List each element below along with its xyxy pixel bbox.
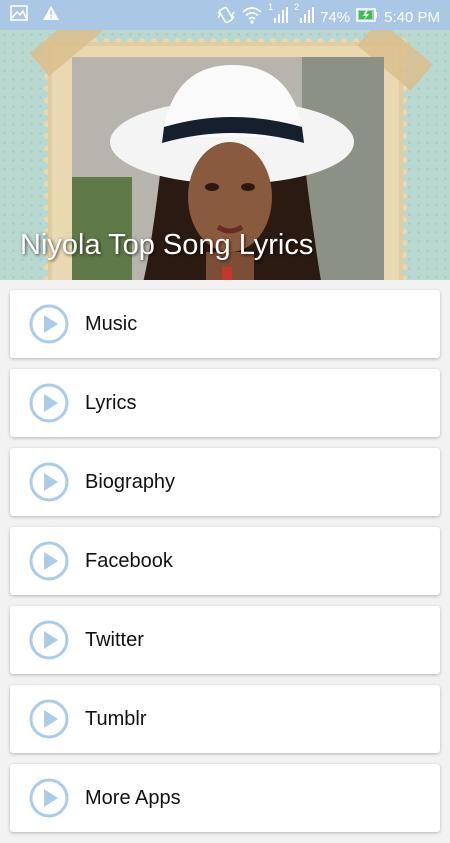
play-icon (29, 541, 69, 581)
menu-item-label: Music (85, 312, 138, 335)
menu-item-label: Lyrics (85, 391, 137, 414)
menu-item-tumblr[interactable]: Tumblr (10, 685, 440, 753)
play-icon (29, 304, 69, 344)
image-icon (10, 5, 28, 25)
signal-1-icon: 1 (268, 2, 289, 28)
signal-2-icon: 2 (294, 2, 315, 28)
menu-item-facebook[interactable]: Facebook (10, 527, 440, 595)
play-icon (29, 462, 69, 502)
menu-item-more-apps[interactable]: More Apps (10, 764, 440, 832)
menu-item-label: Tumblr (85, 707, 147, 730)
menu-item-lyrics[interactable]: Lyrics (10, 369, 440, 437)
play-icon (29, 699, 69, 739)
play-icon (29, 778, 69, 818)
menu-item-biography[interactable]: Biography (10, 448, 440, 516)
header-banner: Niyola Top Song Lyrics (0, 30, 450, 280)
battery-percent: 74% (320, 8, 351, 26)
battery-charging-icon (356, 8, 378, 26)
warning-icon (42, 5, 60, 25)
menu-item-twitter[interactable]: Twitter (10, 606, 440, 674)
menu-item-label: Biography (85, 470, 176, 493)
menu-list: Music Lyrics Biography Facebook Twitter … (10, 290, 440, 843)
menu-item-music[interactable]: Music (10, 290, 440, 358)
menu-item-label: Twitter (85, 628, 144, 651)
vibrate-icon (216, 6, 236, 28)
play-icon (29, 620, 69, 660)
app-title: Niyola Top Song Lyrics (20, 229, 314, 261)
menu-item-label: More Apps (85, 786, 181, 809)
wifi-icon (242, 6, 262, 28)
play-icon (29, 383, 69, 423)
sim-2-label: 2 (294, 2, 300, 12)
status-time: 5:40 PM (384, 8, 440, 26)
status-bar: 1 2 74% 5:40 PM (0, 0, 450, 30)
menu-item-label: Facebook (85, 549, 173, 572)
sim-1-label: 1 (268, 2, 274, 12)
